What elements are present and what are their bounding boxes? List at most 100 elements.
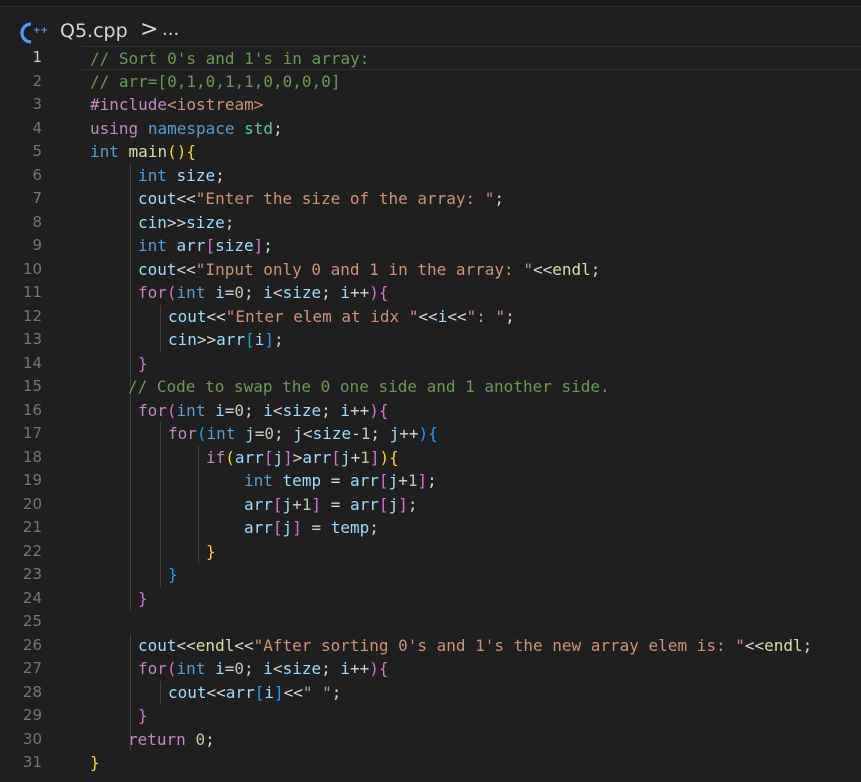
code-token: int	[206, 424, 236, 443]
code-text: using namespace std;	[90, 117, 283, 141]
code-line[interactable]: 30 return 0;	[0, 727, 861, 752]
code-line[interactable]: 10 cout<<"Input only 0 and 1 in the array…	[0, 257, 861, 282]
code-line[interactable]: 28 cout<<arr[i]<<" ";	[0, 680, 861, 705]
code-line[interactable]: 21 arr[j] = temp;	[0, 516, 861, 540]
line-number[interactable]: 18	[0, 446, 42, 470]
line-number[interactable]: 20	[0, 493, 42, 517]
line-number[interactable]: 14	[0, 352, 42, 376]
code-line[interactable]: 11 for(int i=0; i<size; i++){	[0, 281, 861, 305]
line-number[interactable]: 4	[0, 117, 42, 141]
code-line[interactable]: 17 for(int j=0; j<size-1; j++){	[0, 422, 861, 446]
code-line[interactable]: 9 int arr[size];	[0, 234, 861, 258]
code-line[interactable]: 3 #include<iostream>	[0, 93, 861, 117]
code-token: <<	[532, 259, 553, 279]
code-editor[interactable]: 1 // Sort 0's and 1's in array: 2 // arr=[0…	[0, 46, 861, 782]
line-number[interactable]: 30	[0, 728, 42, 752]
code-line[interactable]: 2 // arr=[0,1,0,1,1,0,0,0,0]	[0, 70, 861, 94]
breadcrumb-file-name[interactable]: Q5.cpp	[60, 20, 128, 42]
breadcrumb-more[interactable]: ...	[162, 19, 179, 40]
line-number[interactable]: 29	[0, 704, 42, 728]
code-token: }	[90, 753, 100, 772]
line-number[interactable]: 9	[0, 234, 42, 258]
code-token: <<	[234, 635, 254, 655]
line-number[interactable]: 27	[0, 657, 42, 681]
code-token: i	[215, 400, 225, 420]
code-line[interactable]: 23}	[0, 563, 861, 587]
line-number[interactable]: 31	[0, 751, 42, 775]
code-token: i	[215, 659, 225, 678]
line-number[interactable]: 28	[0, 681, 42, 705]
line-number[interactable]: 23	[0, 563, 42, 587]
code-line[interactable]: 4 using namespace std;	[0, 117, 861, 141]
code-token: arr	[234, 447, 264, 467]
code-line[interactable]: 13 cin>>arr[i];	[0, 328, 861, 352]
line-number[interactable]: 25	[0, 610, 42, 634]
code-line[interactable]: 14}	[0, 351, 861, 376]
indent-guide	[130, 680, 131, 704]
code-token: +	[350, 447, 361, 467]
code-line[interactable]: 15 // Code to swap the 0 one side and 1 a…	[0, 375, 861, 399]
code-line[interactable]: 29}	[0, 704, 861, 728]
code-token: <<	[206, 682, 226, 702]
code-token: cin	[168, 330, 197, 349]
line-number[interactable]: 7	[0, 187, 42, 211]
code-line[interactable]: 19 int temp = arr[j+1];	[0, 469, 861, 493]
indent-guide	[160, 539, 161, 563]
code-line[interactable]: 1 // Sort 0's and 1's in array:	[0, 46, 861, 70]
line-number[interactable]: 1	[0, 46, 42, 70]
line-number[interactable]: 22	[0, 540, 42, 564]
indent-guide	[130, 234, 131, 258]
code-line-content	[82, 610, 861, 634]
line-number[interactable]: 26	[0, 634, 42, 658]
line-number[interactable]: 21	[0, 516, 42, 540]
code-token: ;	[244, 400, 264, 420]
code-line[interactable]: 26 cout<<endl<<"After sorting 0's and 1's…	[0, 633, 861, 658]
code-line[interactable]: 25	[0, 610, 861, 634]
indent-guide	[130, 633, 131, 657]
code-line[interactable]: 24}	[0, 586, 861, 611]
code-line[interactable]: 27 for(int i=0; i<size; i++){	[0, 657, 861, 681]
code-token: ;	[273, 118, 283, 138]
line-number[interactable]: 13	[0, 328, 42, 352]
code-line[interactable]: 31}	[0, 751, 861, 775]
code-token: " "	[302, 682, 332, 702]
line-number[interactable]: 15	[0, 375, 42, 399]
code-line[interactable]: 12 cout<<"Enter elem at idx "<<i<<": ";	[0, 304, 861, 329]
code-line[interactable]: 7 cout<<"Enter the size of the array: ";	[0, 187, 861, 211]
code-token: ]	[283, 447, 293, 467]
line-number[interactable]: 10	[0, 258, 42, 282]
code-line[interactable]: 16 for(int i=0; i<size; i++){	[0, 398, 861, 423]
line-number[interactable]: 24	[0, 587, 42, 611]
line-number[interactable]: 12	[0, 305, 42, 329]
code-token: ]	[264, 330, 274, 349]
line-number[interactable]: 6	[0, 164, 42, 188]
code-line[interactable]: 8 cin>>size;	[0, 210, 861, 235]
code-line[interactable]: 18 if(arr[j]>arr[j+1]){	[0, 445, 861, 470]
code-token: j	[389, 424, 400, 443]
code-line[interactable]: 6 int size;	[0, 163, 861, 188]
code-token: ]	[273, 682, 284, 702]
code-line-content: for(int i=0; i<size; i++){	[82, 281, 861, 305]
code-token: ;	[244, 283, 264, 302]
line-number[interactable]: 3	[0, 93, 42, 117]
line-number[interactable]: 19	[0, 469, 42, 493]
code-text: }	[168, 563, 178, 587]
code-token: ++	[350, 283, 370, 302]
code-token: i	[437, 306, 448, 326]
line-number[interactable]: 2	[0, 70, 42, 94]
code-line[interactable]: 5 int main(){	[0, 140, 861, 164]
indent-guide	[160, 492, 161, 516]
indent-guide	[130, 539, 131, 563]
line-number[interactable]: 17	[0, 422, 42, 446]
code-line[interactable]: 20 arr[j+1] = arr[j];	[0, 492, 861, 517]
line-number[interactable]: 11	[0, 281, 42, 305]
code-line[interactable]: 22}	[0, 539, 861, 564]
code-token: arr	[176, 236, 206, 255]
code-token: size	[282, 283, 322, 302]
code-token: i	[263, 400, 273, 420]
line-number[interactable]: 16	[0, 399, 42, 423]
code-token: cout	[138, 189, 177, 208]
line-number[interactable]: 5	[0, 140, 42, 164]
line-number[interactable]: 8	[0, 211, 42, 235]
